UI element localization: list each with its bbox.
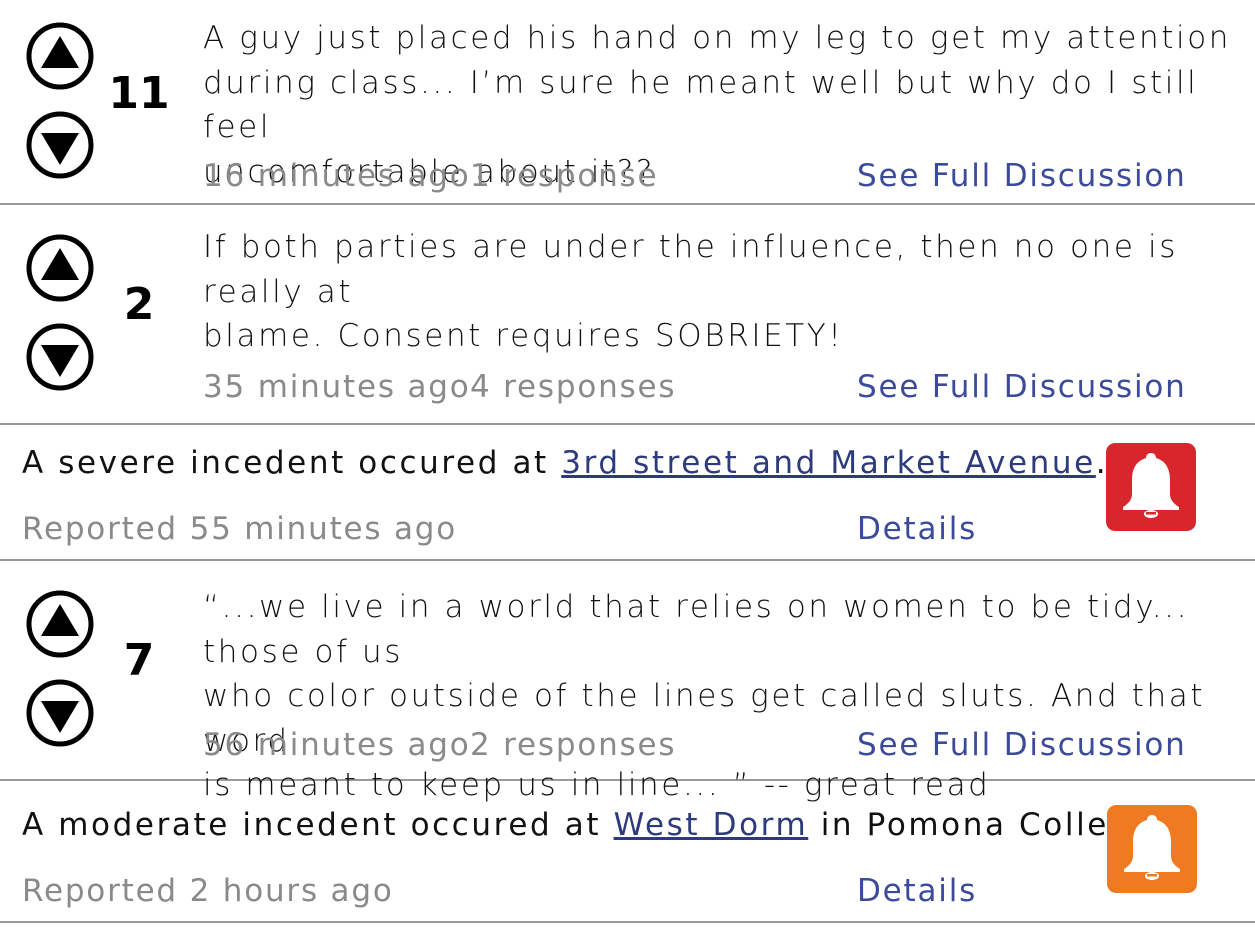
post-1: 11 A guy just placed his hand on my leg …	[0, 0, 1255, 205]
post-text-line: “...we live in a world that relies on wo…	[203, 589, 1190, 670]
severe-alert-bell-icon[interactable]	[1106, 443, 1196, 531]
downvote-icon[interactable]	[25, 110, 95, 180]
post-response-count: 4 responses	[470, 369, 677, 405]
incident-prefix: A moderate incedent occured at	[22, 807, 614, 843]
incident-alert-1: A severe incedent occured at 3rd street …	[0, 425, 1255, 561]
post-response-count: 1 response	[470, 158, 659, 194]
upvote-icon[interactable]	[25, 589, 95, 659]
upvote-icon[interactable]	[25, 233, 95, 303]
incident-reported-time: Reported 2 hours ago	[22, 873, 394, 909]
post-text-line: A guy just placed his hand on my leg to …	[203, 20, 1232, 56]
see-full-discussion-link[interactable]: See Full Discussion	[857, 158, 1187, 194]
post-text-line: during class... I’m sure he meant well b…	[203, 64, 1199, 146]
incident-description: A severe incedent occured at 3rd street …	[22, 445, 1108, 481]
details-link[interactable]: Details	[857, 511, 977, 547]
post-timestamp: 35 minutes ago	[203, 369, 471, 405]
downvote-icon[interactable]	[25, 678, 95, 748]
post-response-count: 2 responses	[470, 727, 677, 763]
post-text-line: If both parties are under the influence,…	[203, 229, 1178, 310]
details-link[interactable]: Details	[857, 873, 977, 909]
incident-alert-2: A moderate incedent occured at West Dorm…	[0, 781, 1255, 923]
post-2: 2 If both parties are under the influenc…	[0, 205, 1255, 425]
post-text: If both parties are under the influence,…	[203, 225, 1243, 359]
vote-score: 2	[123, 279, 155, 330]
downvote-icon[interactable]	[25, 322, 95, 392]
vote-score: 11	[108, 68, 170, 119]
moderate-alert-bell-icon[interactable]	[1107, 805, 1197, 893]
see-full-discussion-link[interactable]: See Full Discussion	[857, 369, 1187, 405]
incident-reported-time: Reported 55 minutes ago	[22, 511, 458, 547]
incident-location-link[interactable]: West Dorm	[614, 807, 809, 843]
upvote-icon[interactable]	[25, 21, 95, 91]
post-text: “...we live in a world that relies on wo…	[203, 585, 1243, 808]
post-timestamp: 56 minutes ago	[203, 727, 471, 763]
vote-score: 7	[123, 635, 155, 686]
incident-location-link[interactable]: 3rd street and Market Avenue	[561, 445, 1096, 481]
incident-description: A moderate incedent occured at West Dorm…	[22, 807, 1165, 843]
incident-prefix: A severe incedent occured at	[22, 445, 562, 481]
post-text-line: blame. Consent requires SOBRIETY!	[203, 318, 844, 354]
post-timestamp: 16 minutes ago	[203, 158, 471, 194]
see-full-discussion-link[interactable]: See Full Discussion	[857, 727, 1187, 763]
post-3: 7 “...we live in a world that relies on …	[0, 561, 1255, 803]
